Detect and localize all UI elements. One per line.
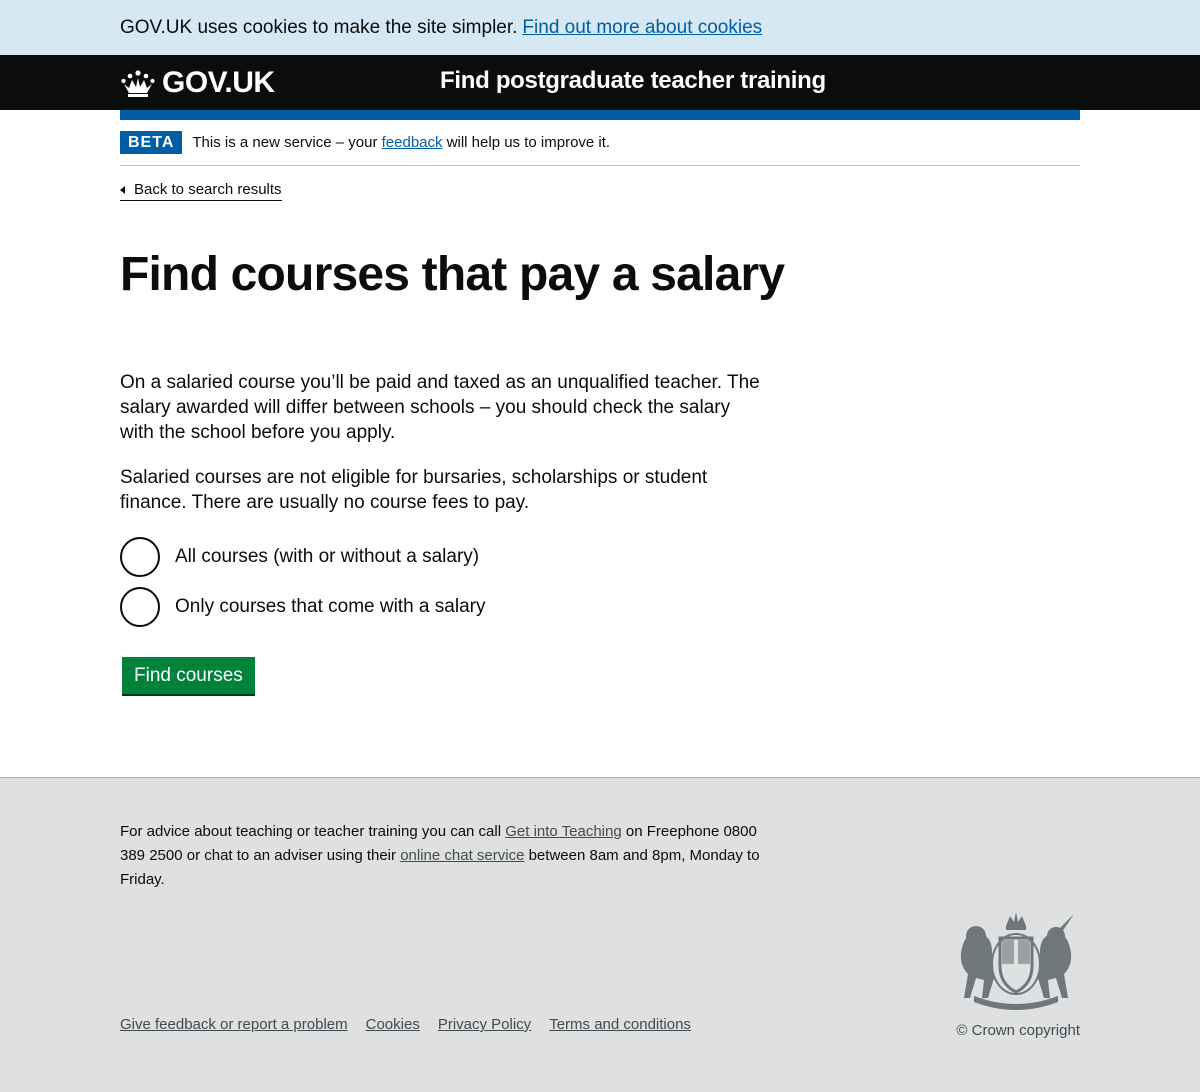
footer-link-cookies[interactable]: Cookies	[366, 1016, 420, 1033]
description-paragraph-1: On a salaried course you’ll be paid and …	[120, 371, 760, 443]
crown-icon	[121, 69, 155, 97]
footer-links: Give feedback or report a problem Cookie…	[120, 1016, 709, 1033]
find-courses-button[interactable]: Find courses	[122, 656, 255, 694]
main-content: BETA This is a new service – your feedba…	[0, 120, 1200, 694]
salary-description: On a salaried course you’ll be paid and …	[120, 370, 760, 515]
cookie-banner-text: GOV.UK uses cookies to make the site sim…	[120, 16, 518, 38]
salary-options: All courses (with or without a salary) O…	[120, 536, 1080, 627]
footer-link-terms[interactable]: Terms and conditions	[549, 1016, 691, 1033]
advice-text-1: For advice about teaching or teacher tra…	[120, 823, 502, 840]
phase-text-before: This is a new service – your	[192, 134, 378, 151]
header-accent-bar	[120, 110, 1080, 120]
site-header: GOV.UK Find postgraduate teacher trainin…	[0, 55, 1200, 110]
back-to-search-results-link[interactable]: Back to search results	[120, 181, 282, 201]
radio-label: All courses (with or without a salary)	[175, 545, 480, 567]
royal-coat-of-arms-icon	[960, 912, 1074, 1010]
phase-text-after: will help us to improve it.	[446, 134, 611, 151]
footer-link-privacy[interactable]: Privacy Policy	[438, 1016, 531, 1033]
radio-button[interactable]	[120, 586, 160, 627]
crown-copyright-block: © Crown copyright	[948, 908, 1080, 1039]
page-title: Find courses that pay a salary	[120, 248, 785, 301]
beta-tag: BETA	[120, 131, 183, 154]
feedback-link[interactable]: feedback	[382, 134, 443, 151]
radio-option-salaried-only[interactable]: Only courses that come with a salary	[120, 586, 1080, 627]
phase-banner: BETA This is a new service – your feedba…	[120, 120, 1080, 166]
radio-button[interactable]	[120, 536, 160, 577]
site-footer: For advice about teaching or teacher tra…	[0, 777, 1200, 1092]
cookie-banner: GOV.UK uses cookies to make the site sim…	[0, 0, 1200, 55]
logo-text: GOV.UK	[162, 65, 275, 99]
radio-label: Only courses that come with a salary	[175, 595, 486, 617]
back-link-label: Back to search results	[134, 181, 282, 198]
govuk-logo-link[interactable]: GOV.UK	[120, 66, 275, 100]
cookie-info-link[interactable]: Find out more about cookies	[522, 17, 762, 39]
chevron-left-icon	[120, 185, 125, 194]
footer-advice: For advice about teaching or teacher tra…	[120, 820, 760, 892]
online-chat-link[interactable]: online chat service	[400, 847, 524, 864]
get-into-teaching-link[interactable]: Get into Teaching	[505, 823, 621, 840]
service-name-link[interactable]: Find postgraduate teacher training	[440, 67, 826, 95]
phase-banner-text: This is a new service – your feedback wi…	[192, 134, 610, 151]
description-paragraph-2: Salaried courses are not eligible for bu…	[120, 466, 708, 513]
radio-option-all-courses[interactable]: All courses (with or without a salary)	[120, 536, 1080, 577]
crown-copyright: © Crown copyright	[956, 1022, 1080, 1039]
footer-link-feedback[interactable]: Give feedback or report a problem	[120, 1016, 348, 1033]
